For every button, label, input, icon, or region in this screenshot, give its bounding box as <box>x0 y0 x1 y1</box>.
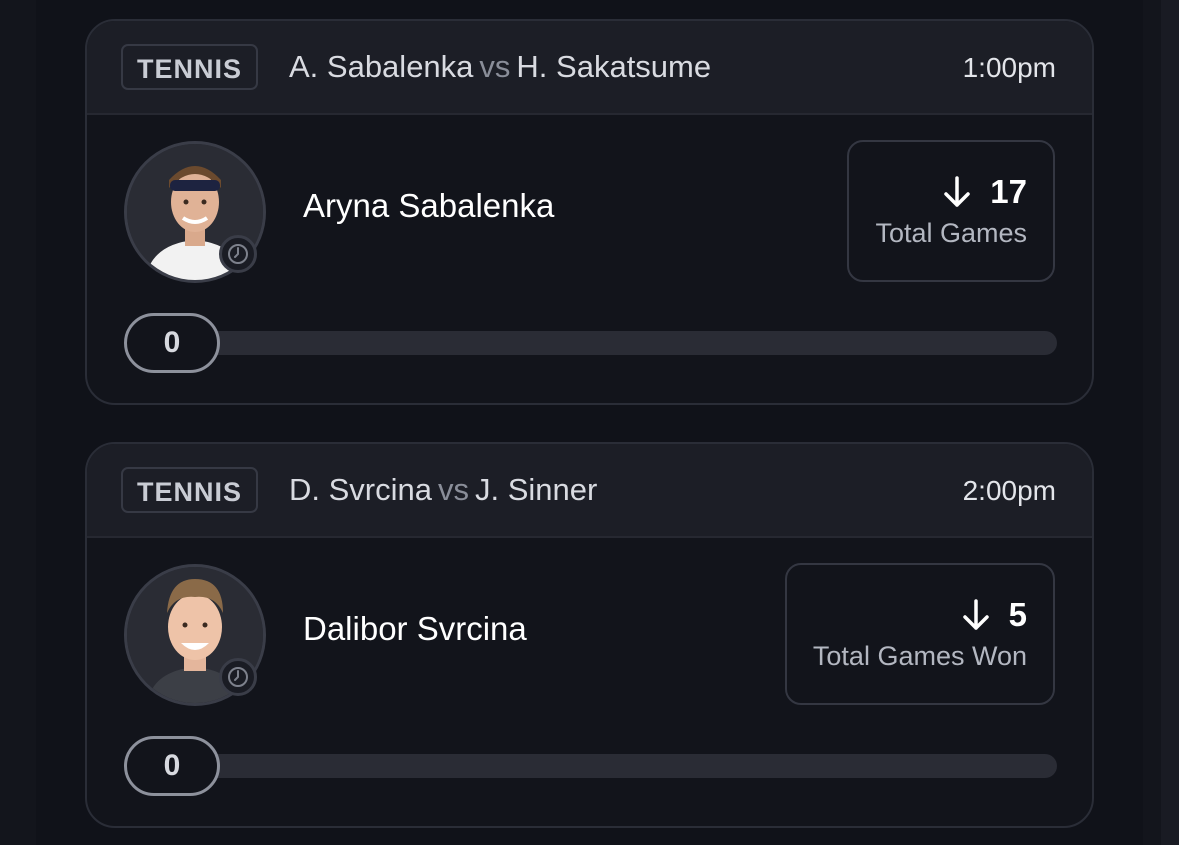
sport-badge: TENNIS <box>121 44 259 90</box>
matchup-title: D. Svrcina vs J. Sinner <box>289 472 597 508</box>
match-time: 2:00pm <box>962 475 1056 506</box>
progress-value-pill: 0 <box>124 313 220 373</box>
pick-card[interactable]: TENNIS A. Sabalenka vs H. Sakatsume 1:00pm <box>85 19 1094 405</box>
matchup-title: A. Sabalenka vs H. Sakatsume <box>289 49 711 85</box>
progress-track <box>184 754 1057 778</box>
stat-value: 17 <box>990 173 1027 210</box>
card-header: TENNIS D. Svrcina vs J. Sinner 2:00pm <box>87 444 1092 538</box>
clock-icon <box>219 658 257 696</box>
right-edge-panel <box>1161 0 1179 845</box>
matchup-vs: vs <box>479 49 511 84</box>
stat-line-box[interactable]: 5 Total Games Won <box>784 563 1055 705</box>
stat-label: Total Games <box>875 218 1027 248</box>
progress-value-pill: 0 <box>124 736 220 796</box>
matchup-player-1: A. Sabalenka <box>289 49 474 84</box>
card-body: Dalibor Svrcina 5 Total Games Won 0 <box>87 538 1092 826</box>
stat-value: 5 <box>1008 596 1027 633</box>
matchup-player-1: D. Svrcina <box>289 472 432 507</box>
card-body: Aryna Sabalenka 17 Total Games 0 <box>87 115 1092 403</box>
player-name: Dalibor Svrcina <box>303 610 527 647</box>
arrow-down-icon <box>944 176 971 207</box>
stat-line-box[interactable]: 17 Total Games <box>847 140 1055 282</box>
arrow-down-icon <box>962 599 989 630</box>
match-time: 1:00pm <box>962 52 1056 83</box>
stat-label: Total Games Won <box>812 641 1027 671</box>
matchup-player-2: J. Sinner <box>474 472 598 507</box>
matchup-vs: vs <box>437 472 469 507</box>
matchup-player-2: H. Sakatsume <box>516 49 712 84</box>
clock-icon <box>219 235 257 273</box>
progress-bar: 0 <box>124 313 1057 373</box>
sport-badge: TENNIS <box>121 467 259 513</box>
card-header: TENNIS A. Sabalenka vs H. Sakatsume 1:00pm <box>87 21 1092 115</box>
pick-list-screen: TENNIS A. Sabalenka vs H. Sakatsume 1:00pm <box>0 0 1179 845</box>
progress-track <box>184 331 1057 355</box>
pick-card[interactable]: TENNIS D. Svrcina vs J. Sinner 2:00pm Da… <box>85 442 1094 828</box>
player-name: Aryna Sabalenka <box>303 187 555 224</box>
progress-bar: 0 <box>124 736 1057 796</box>
